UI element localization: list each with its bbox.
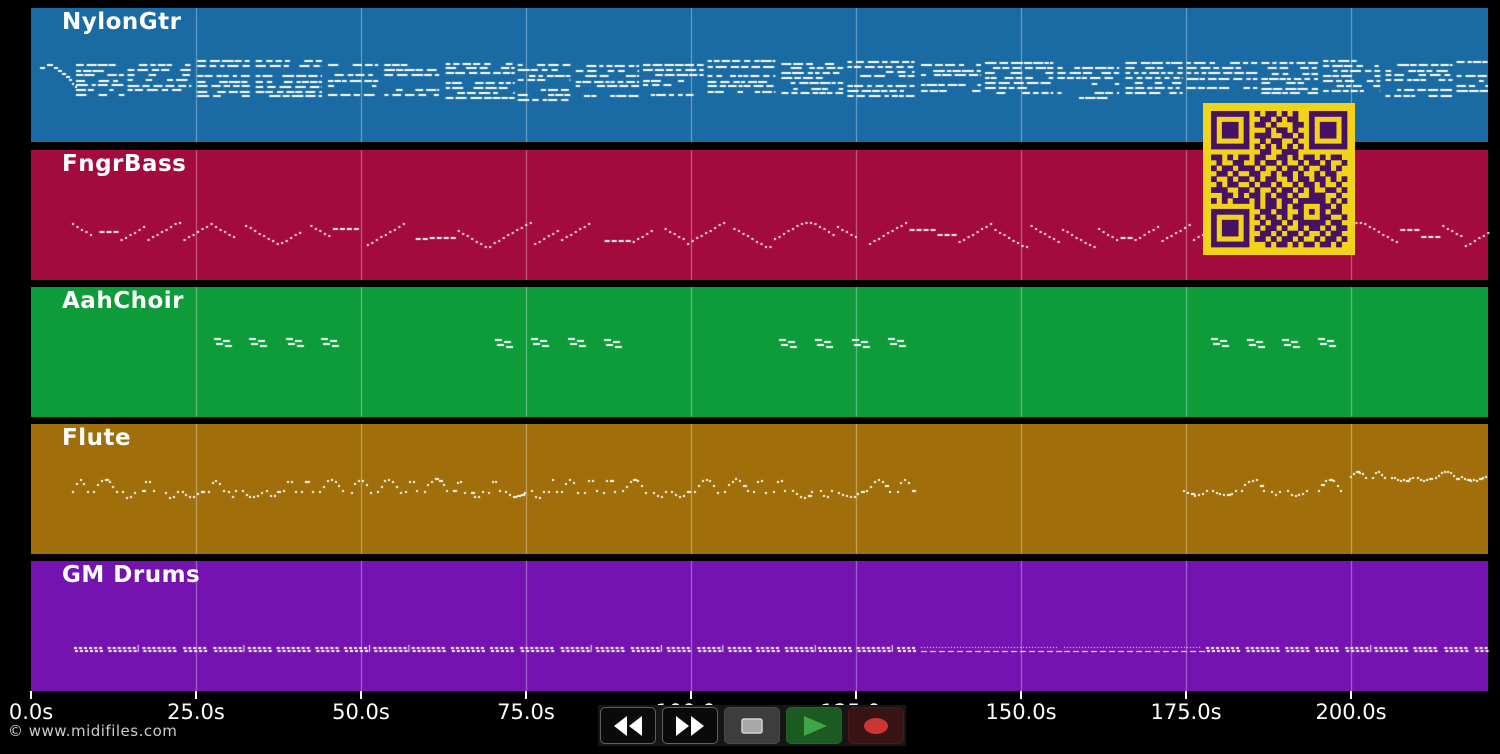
track-title-fngrbass: FngrBass (62, 151, 187, 177)
axis-tick (855, 691, 857, 699)
axis-label: 25.0s (167, 700, 225, 724)
axis-label: 0.0s (8, 700, 54, 724)
axis-label: 75.0s (497, 700, 555, 724)
track-title-nylongtr: NylonGtr (62, 9, 182, 35)
track-title-aahchoir: AahChoir (62, 288, 184, 314)
track-row-aahchoir: AahChoir (31, 287, 1488, 417)
axis-label: 200.0s (1315, 700, 1387, 724)
axis-tick (525, 691, 527, 699)
axis-tick (690, 691, 692, 699)
track-row-flute: Flute (31, 424, 1488, 554)
rewind-button[interactable] (600, 707, 656, 744)
axis-tick (30, 691, 32, 699)
axis-tick (195, 691, 197, 699)
play-button[interactable] (786, 707, 842, 744)
axis-tick (360, 691, 362, 699)
qr-code (1203, 103, 1355, 255)
track-row-gmdrums: GM Drums (31, 561, 1488, 691)
record-icon (864, 717, 888, 734)
fast-forward-button[interactable] (662, 707, 718, 744)
fast-forward-icon (676, 715, 704, 736)
axis-tick (1185, 691, 1187, 699)
transport-controls (598, 705, 906, 746)
play-icon (804, 715, 827, 736)
record-button[interactable] (848, 707, 904, 744)
midi-track-visualizer: NylonGtr FngrBass AahChoir Flute GM Drum… (0, 0, 1500, 754)
rewind-icon (614, 715, 642, 736)
axis-tick (1350, 691, 1352, 699)
axis-tick (1020, 691, 1022, 699)
stop-button[interactable] (724, 707, 780, 744)
stop-icon (741, 717, 763, 734)
axis-label: 50.0s (332, 700, 390, 724)
track-title-flute: Flute (62, 425, 132, 451)
axis-label: 175.0s (1150, 700, 1222, 724)
axis-label: 150.0s (985, 700, 1057, 724)
track-title-gmdrums: GM Drums (62, 562, 201, 588)
copyright-text: © www.midifiles.com (8, 722, 178, 740)
